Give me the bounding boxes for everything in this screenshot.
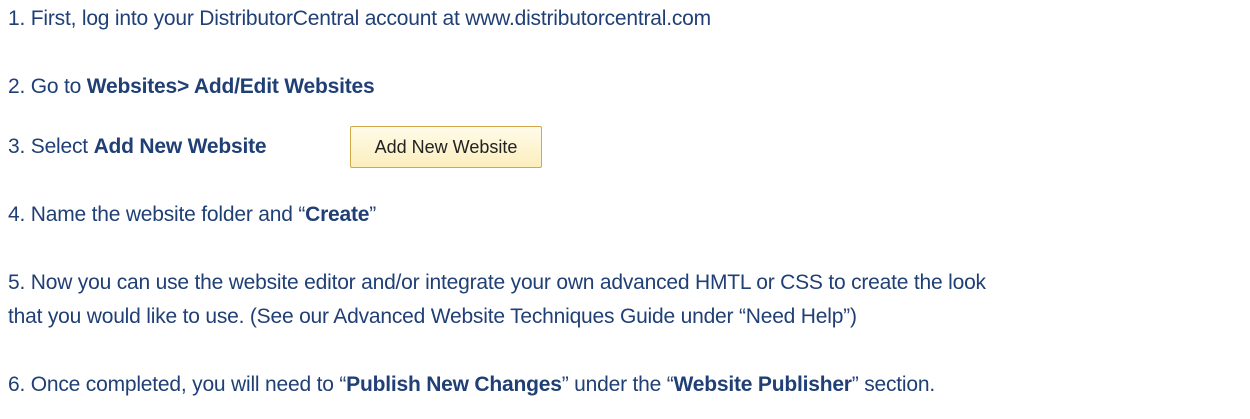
step-4: 4. Name the website folder and “Create” (8, 200, 376, 230)
step-3-action: Add New Website (93, 135, 267, 158)
step-2: 2. Go to Websites> Add/Edit Websites (8, 72, 375, 102)
step-5-text-line-2: that you would like to use. (See our Adv… (8, 305, 857, 328)
add-new-website-button[interactable]: Add New Website (350, 126, 542, 168)
step-6-text-mid: ” under the “ (561, 373, 674, 396)
step-5-number: 5. (8, 271, 26, 294)
step-3-text: Select (25, 135, 94, 158)
step-6-text-end: ” section. (851, 373, 935, 396)
step-1-text: First, log into your DistributorCentral … (25, 7, 711, 30)
step-3-number: 3. (8, 135, 26, 158)
step-6-number: 6. (8, 373, 26, 396)
step-4-number: 4. (8, 203, 26, 226)
step-5-text-line-1: Now you can use the website editor and/o… (25, 271, 986, 294)
step-6-action: Publish New Changes (346, 373, 562, 396)
step-4-action: Create (305, 203, 370, 226)
step-2-menu-path: Websites> Add/Edit Websites (86, 75, 375, 98)
step-4-text: Name the website folder and “ (25, 203, 306, 226)
step-6-section: Website Publisher (673, 373, 852, 396)
step-2-number: 2. (8, 75, 26, 98)
step-5-line-2: that you would like to use. (See our Adv… (8, 302, 857, 332)
step-6: 6. Once completed, you will need to “Pub… (8, 370, 935, 400)
step-5-line-1: 5. Now you can use the website editor an… (8, 268, 986, 298)
step-6-text: Once completed, you will need to “ (25, 373, 347, 396)
step-1: 1. First, log into your DistributorCentr… (8, 4, 711, 34)
step-4-close-quote: ” (369, 203, 377, 226)
step-2-text: Go to (25, 75, 87, 98)
step-1-number: 1. (8, 7, 26, 30)
step-3: 3. Select Add New Website (8, 132, 267, 162)
